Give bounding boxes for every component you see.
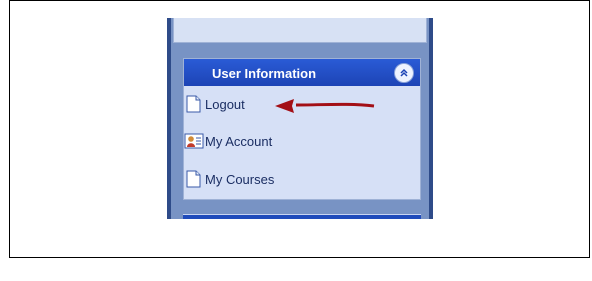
menu-item-label: Logout [205,96,245,112]
menu-item-my-account[interactable]: My Account [184,129,272,153]
sidebar-left-border [167,18,171,219]
next-panel-header [183,214,421,219]
user-information-panel: User Information Logout My Account My Co… [183,58,421,200]
panel-title: User Information [212,66,317,81]
panel-header[interactable]: User Information [184,59,420,86]
red-arrow-annotation [275,99,375,113]
sidebar-right-border [429,18,433,219]
menu-item-label: My Courses [205,171,275,187]
previous-panel [173,18,427,43]
document-icon [186,95,201,113]
sidebar-crop: User Information Logout My Account My Co… [167,18,433,219]
document-icon [186,170,201,188]
menu-item-my-courses[interactable]: My Courses [184,167,274,191]
collapse-button[interactable] [394,63,414,83]
user-card-icon [184,133,204,149]
menu-item-logout[interactable]: Logout [184,92,245,116]
double-chevron-up-icon [400,68,408,77]
menu-item-label: My Account [205,133,273,149]
